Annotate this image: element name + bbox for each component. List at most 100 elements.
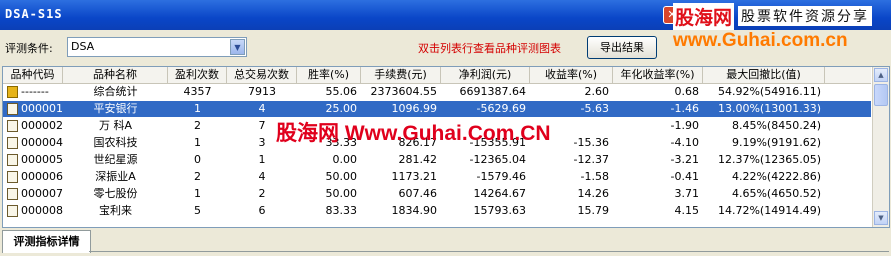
table-row[interactable]: 000005 世纪星源 0 1 0.00 281.42 -12365.04 -12.37 -3.… bbox=[3, 152, 871, 168]
watermark-text: 股海网 Www.Guhai.Com.CN bbox=[276, 122, 551, 145]
cell-name: 零七股份 bbox=[93, 187, 138, 200]
export-button[interactable]: 导出结果 bbox=[587, 36, 657, 59]
column-header-ret[interactable]: 收益率(%) bbox=[530, 67, 613, 83]
column-header-name[interactable]: 品种名称 bbox=[63, 67, 168, 83]
cell-fee: 1834.90 bbox=[391, 204, 438, 217]
hint-text: 双击列表行查看品种评测图表 bbox=[418, 42, 561, 55]
cell-trades: 4 bbox=[258, 170, 266, 183]
cell-profit: 15793.63 bbox=[473, 204, 527, 217]
cell-name: 宝利来 bbox=[99, 204, 132, 217]
table-row[interactable]: 000008 宝利来 5 6 83.33 1834.90 15793.63 15.79 4.15… bbox=[3, 203, 871, 219]
cell-code: 000004 bbox=[21, 136, 63, 149]
column-header-wins[interactable]: 盈利次数 bbox=[168, 67, 227, 83]
cell-ret: -12.37 bbox=[573, 153, 609, 166]
chevron-down-icon[interactable]: ▼ bbox=[230, 39, 245, 55]
scroll-up-icon[interactable]: ▲ bbox=[874, 68, 888, 82]
cell-profit: -12365.04 bbox=[469, 153, 526, 166]
cell-wins: 5 bbox=[194, 204, 201, 217]
cell-wins: 2 bbox=[194, 170, 201, 183]
cell-annual: -0.41 bbox=[670, 170, 699, 183]
cell-annual: 3.71 bbox=[674, 187, 700, 200]
cell-annual: -3.21 bbox=[670, 153, 699, 166]
cell-profit: -1579.46 bbox=[476, 170, 526, 183]
table-row[interactable]: 000007 零七股份 1 2 50.00 607.46 14264.67 14.26 3.71… bbox=[3, 186, 871, 202]
table-row[interactable]: 000001 平安银行 1 4 25.00 1096.99 -5629.69 -5.63 -1.… bbox=[3, 101, 871, 117]
cell-name: 万 科A bbox=[98, 119, 133, 132]
cell-winrate: 25.00 bbox=[325, 102, 358, 115]
cell-code: 000005 bbox=[21, 153, 63, 166]
column-header-fee[interactable]: 手续费(元) bbox=[361, 67, 441, 83]
cell-annual: -1.46 bbox=[670, 102, 699, 115]
tab-divider bbox=[89, 251, 889, 252]
cell-name: 国农科技 bbox=[93, 136, 138, 149]
cell-fee: 281.42 bbox=[398, 153, 438, 166]
scroll-down-icon[interactable]: ▼ bbox=[874, 211, 888, 225]
cell-trades: 4 bbox=[258, 102, 266, 115]
brand-name: 股海网 bbox=[673, 2, 735, 30]
cell-drawdown: 12.37%(12365.05) bbox=[717, 153, 821, 166]
column-header-drawdown[interactable]: 最大回撤比(值) bbox=[703, 67, 825, 83]
window-title: DSA-S1S bbox=[5, 7, 63, 21]
cell-fee: 1096.99 bbox=[391, 102, 438, 115]
cell-ret: 14.26 bbox=[577, 187, 610, 200]
cell-ret: 2.60 bbox=[584, 85, 610, 98]
column-header-annual[interactable]: 年化收益率(%) bbox=[613, 67, 703, 83]
cell-name: 综合统计 bbox=[93, 85, 138, 98]
summary-row[interactable]: ------- 综合统计 4357 7913 55.06 2373604.55 669138… bbox=[3, 84, 871, 100]
cell-wins: 2 bbox=[194, 119, 201, 132]
cell-ret: -1.58 bbox=[580, 170, 609, 183]
cell-name: 深振业A bbox=[95, 170, 136, 183]
cell-trades: 6 bbox=[258, 204, 266, 217]
cell-drawdown: 14.72%(14914.49) bbox=[717, 204, 821, 217]
cell-fee: 1173.21 bbox=[391, 170, 438, 183]
cell-code: ------- bbox=[21, 85, 49, 98]
cell-wins: 4357 bbox=[183, 85, 212, 98]
cell-drawdown: 13.00%(13001.33) bbox=[717, 102, 821, 115]
cell-annual: 0.68 bbox=[674, 85, 700, 98]
cell-annual: -1.90 bbox=[670, 119, 699, 132]
cell-winrate: 50.00 bbox=[325, 187, 358, 200]
cell-drawdown: 4.65%(4650.52) bbox=[731, 187, 821, 200]
column-header-code[interactable]: 品种代码 bbox=[3, 67, 63, 83]
cell-drawdown: 8.45%(8450.24) bbox=[731, 119, 821, 132]
cell-wins: 1 bbox=[194, 187, 201, 200]
column-header-trades[interactable]: 总交易次数 bbox=[227, 67, 297, 83]
column-header-winrate[interactable]: 胜率(%) bbox=[297, 67, 361, 83]
table-row[interactable]: 000006 深振业A 2 4 50.00 1173.21 -1579.46 -1.58 -0.… bbox=[3, 169, 871, 185]
cell-name: 世纪星源 bbox=[93, 153, 138, 166]
results-table[interactable]: 品种代码 品种名称 盈利次数 总交易次数 胜率(%) 手续费(元) 净利润(元) 收益率(%)… bbox=[2, 66, 890, 228]
cell-fee: 607.46 bbox=[398, 187, 438, 200]
brand-watermark: 股海网 股票软件资源分享 www.Guhai.com.cn bbox=[673, 2, 891, 63]
cell-code: 000002 bbox=[21, 119, 63, 132]
scroll-thumb[interactable] bbox=[874, 84, 888, 106]
cell-profit: -5629.69 bbox=[476, 102, 526, 115]
cell-ret: -5.63 bbox=[580, 102, 609, 115]
cell-wins: 1 bbox=[194, 102, 201, 115]
cell-drawdown: 9.19%(9191.62) bbox=[731, 136, 821, 149]
tab-detail[interactable]: 评测指标详情 bbox=[2, 230, 91, 253]
cell-profit: 6691387.64 bbox=[459, 85, 526, 98]
column-header-profit[interactable]: 净利润(元) bbox=[441, 67, 530, 83]
cell-annual: -4.10 bbox=[670, 136, 699, 149]
cell-drawdown: 4.22%(4222.86) bbox=[731, 170, 821, 183]
table-header: 品种代码 品种名称 盈利次数 总交易次数 胜率(%) 手续费(元) 净利润(元) 收益率(%)… bbox=[3, 67, 871, 84]
cell-trades: 7913 bbox=[248, 85, 276, 98]
brand-url: www.Guhai.com.cn bbox=[673, 30, 848, 51]
cell-annual: 4.15 bbox=[674, 204, 700, 217]
cell-ret: 15.79 bbox=[577, 204, 610, 217]
brand-tagline: 股票软件资源分享 bbox=[738, 6, 873, 26]
cell-wins: 1 bbox=[194, 136, 201, 149]
cell-fee: 2373604.55 bbox=[370, 85, 437, 98]
cell-profit: 14264.67 bbox=[473, 187, 527, 200]
cell-wins: 0 bbox=[194, 153, 201, 166]
cell-winrate: 55.06 bbox=[325, 85, 358, 98]
cell-code: 000007 bbox=[21, 187, 63, 200]
cell-trades: 1 bbox=[258, 153, 266, 166]
cell-winrate: 83.33 bbox=[325, 204, 358, 217]
cell-code: 000001 bbox=[21, 102, 63, 115]
condition-select[interactable]: DSA ▼ bbox=[67, 37, 247, 57]
condition-value: DSA bbox=[71, 40, 95, 53]
cell-trades: 2 bbox=[258, 187, 266, 200]
cell-code: 000008 bbox=[21, 204, 63, 217]
vertical-scrollbar[interactable]: ▲ ▼ bbox=[872, 67, 889, 227]
